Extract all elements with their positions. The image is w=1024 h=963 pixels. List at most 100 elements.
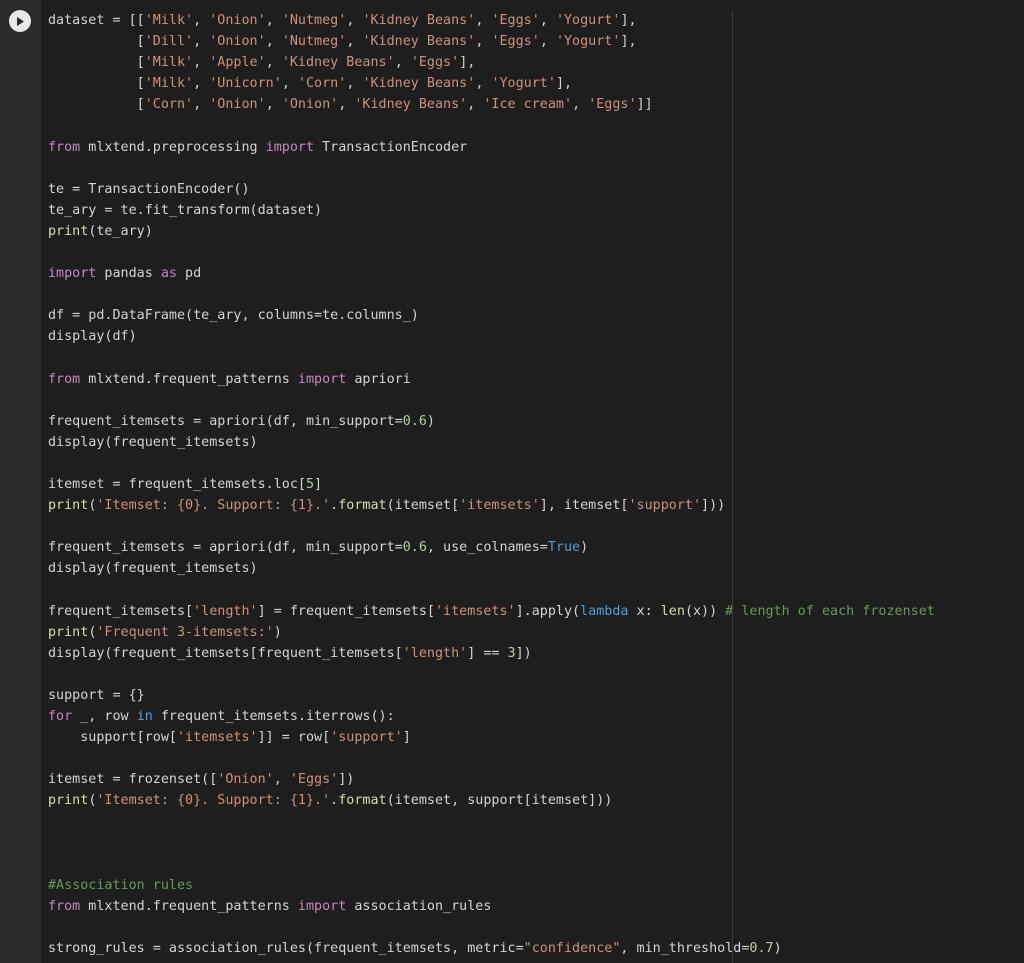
code-line: display(frequent_itemsets) [48, 558, 1024, 579]
code-token: , [346, 34, 363, 50]
code-token: 'Ice cream' [483, 97, 573, 113]
code-token: (itemset, support[itemset])) [386, 793, 613, 809]
code-token: 'length' [402, 645, 468, 661]
code-token: import [48, 266, 97, 282]
code-token: , use_colnames= [426, 540, 548, 556]
code-token: display(df) [48, 329, 137, 345]
code-token: , [475, 34, 492, 50]
code-token: 'Milk' [144, 13, 194, 28]
code-token: ], [459, 55, 476, 71]
code-token: , [572, 97, 589, 113]
code-token: ] [402, 730, 411, 746]
code-token: mlxtend.frequent_patterns [80, 898, 298, 914]
code-token: 'Yogurt' [491, 76, 556, 92]
code-token: frequent_itemsets = apriori(df, min_supp… [48, 413, 403, 429]
code-token: 'Eggs' [491, 13, 540, 28]
code-token: , [539, 13, 556, 28]
code-token: 'Eggs' [410, 55, 460, 71]
code-content[interactable]: dataset = [['Milk', 'Onion', 'Nutmeg', '… [41, 0, 1024, 963]
code-token: 0.6 [402, 540, 427, 556]
code-line: print('Frequent 3-itemsets:') [48, 622, 1024, 643]
code-line: frequent_itemsets = apriori(df, min_supp… [48, 537, 1024, 558]
code-token: # length of each frozenset [725, 603, 935, 619]
code-line: from mlxtend.frequent_patterns import ap… [48, 369, 1024, 390]
code-token: (te_ary) [88, 223, 153, 239]
code-token: 'Onion' [209, 97, 266, 113]
line-length-ruler [732, 10, 733, 963]
code-token: 'Kidney Beans' [362, 34, 476, 50]
code-token: , [467, 97, 484, 113]
code-token: , [193, 76, 210, 92]
code-token: in [136, 709, 153, 725]
code-line: frequent_itemsets = apriori(df, min_supp… [48, 411, 1024, 432]
code-token: (itemset[ [386, 498, 460, 514]
code-token: ], [620, 13, 637, 28]
code-token: 5 [305, 477, 315, 493]
notebook-code-cell: dataset = [['Milk', 'Onion', 'Nutmeg', '… [0, 0, 1024, 963]
code-token: support = {} [48, 688, 145, 703]
code-editor[interactable]: dataset = [['Milk', 'Onion', 'Nutmeg', '… [41, 0, 1024, 963]
code-token: , [346, 13, 363, 28]
code-token: , [475, 76, 492, 92]
run-cell-button[interactable] [9, 10, 31, 32]
code-token: , [193, 13, 210, 28]
code-token: , [394, 55, 411, 71]
code-token: te_ary = te.fit_transform(dataset) [48, 202, 323, 218]
code-line: frequent_itemsets['length'] = frequent_i… [48, 601, 1024, 622]
code-token: frequent_itemsets = apriori(df, min_supp… [48, 540, 403, 556]
code-token: as [160, 266, 177, 282]
code-token: print [48, 793, 89, 809]
code-token: , [338, 97, 355, 113]
code-token: 'Eggs' [588, 97, 637, 113]
code-token: ].apply( [515, 603, 581, 619]
code-token: print [48, 498, 89, 514]
code-line: df = pd.DataFrame(te_ary, columns=te.col… [48, 305, 1024, 326]
code-line: import pandas as pd [48, 263, 1024, 284]
code-token: 'Nutmeg' [281, 34, 347, 50]
code-token: 'Eggs' [289, 772, 339, 788]
code-line: ['Milk', 'Apple', 'Kidney Beans', 'Eggs'… [48, 52, 1024, 73]
code-token: True [547, 540, 581, 556]
code-token: ]) [515, 645, 532, 661]
code-token: 'Milk' [144, 76, 194, 92]
code-token: 'itemsets' [177, 730, 258, 746]
code-token: [ [48, 55, 145, 71]
code-token: ], [555, 76, 573, 92]
code-token: , [265, 13, 282, 28]
code-token: ])) [701, 498, 726, 514]
code-line: ​ [48, 854, 1024, 875]
code-token: pandas [96, 266, 161, 282]
code-line: display(strong_rules) [48, 959, 1024, 963]
code-token: 'Itemset: {0}. Support: {1}.' [96, 498, 331, 514]
code-token: x: [628, 603, 661, 619]
code-token: , [273, 772, 290, 788]
code-token: apriori [346, 371, 411, 387]
code-token: ]] [636, 97, 653, 113]
code-token: , [193, 97, 210, 113]
code-line: ['Milk', 'Unicorn', 'Corn', 'Kidney Bean… [48, 73, 1024, 94]
code-line: ['Corn', 'Onion', 'Onion', 'Kidney Beans… [48, 94, 1024, 115]
code-token: 0.6 [402, 413, 427, 429]
code-token: 'Kidney Beans' [362, 13, 476, 28]
code-token: , [475, 13, 492, 28]
code-token: 'support' [330, 730, 403, 746]
code-token: 'Onion' [217, 772, 274, 788]
code-token: 'Eggs' [491, 34, 540, 50]
code-line: ['Dill', 'Onion', 'Nutmeg', 'Kidney Bean… [48, 31, 1024, 52]
code-line: ​ [48, 748, 1024, 769]
code-token: 'Yogurt' [555, 13, 621, 28]
code-token: , [265, 97, 282, 113]
code-token: 3 [507, 645, 516, 661]
code-token: frequent_itemsets.iterrows(): [152, 709, 395, 725]
code-line: ​ [48, 242, 1024, 263]
code-token: from [48, 139, 81, 155]
code-token: [ [48, 97, 145, 113]
code-line: ​ [48, 580, 1024, 601]
code-token: 'Kidney Beans' [362, 76, 476, 92]
code-token: 'Itemset: {0}. Support: {1}.' [96, 793, 331, 809]
code-token: import [297, 371, 347, 387]
code-token: for [48, 709, 73, 725]
code-line: dataset = [['Milk', 'Onion', 'Nutmeg', '… [48, 10, 1024, 31]
code-token: 'Yogurt' [555, 34, 621, 50]
code-token: ] [314, 477, 323, 493]
